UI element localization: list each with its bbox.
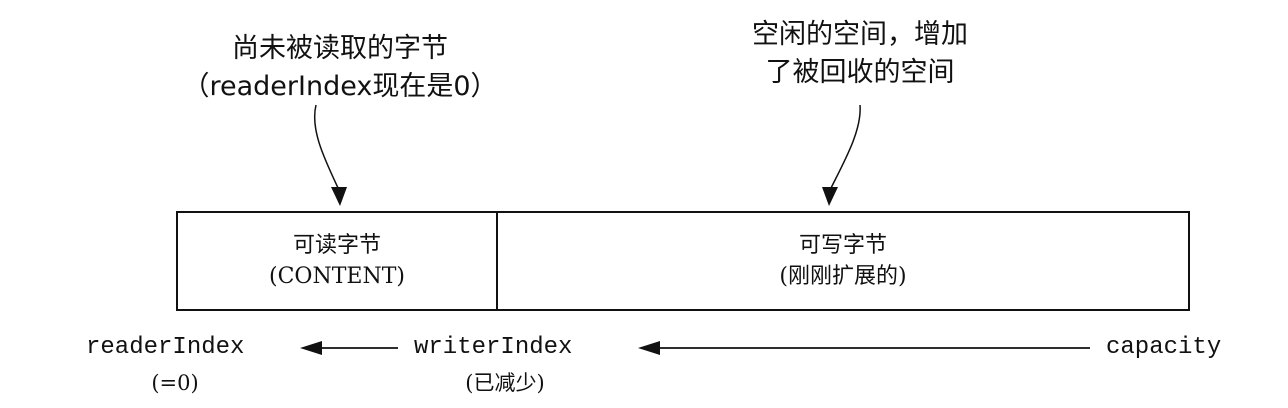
unread-callout-arrowhead (331, 187, 347, 206)
bytebuf-diagram: 可读字节 (CONTENT) 可写字节 (刚刚扩展的) (176, 211, 1190, 311)
writer-to-reader-arrowhead (300, 341, 322, 355)
writable-bytes-title: 可写字节 (798, 233, 887, 258)
writable-bytes-subtitle: (刚刚扩展的) (779, 264, 907, 289)
writer-index-note: (已减少) (465, 371, 545, 395)
free-callout-arrowhead (822, 187, 838, 206)
readable-bytes-title: 可读字节 (292, 233, 381, 258)
reader-index-label: readerIndex (86, 334, 245, 361)
writable-bytes-segment: 可写字节 (刚刚扩展的) (498, 213, 1188, 309)
readable-bytes-segment: 可读字节 (CONTENT) (178, 213, 498, 309)
capacity-label: capacity (1106, 334, 1222, 361)
writer-index-label: writerIndex (414, 334, 573, 361)
readable-bytes-subtitle: (CONTENT) (269, 264, 405, 289)
unread-callout-pointer-curve (313, 104, 340, 191)
free-callout-pointer-curve (829, 104, 861, 191)
capacity-to-writer-arrowhead (638, 341, 660, 355)
reader-index-note: (=0) (151, 371, 199, 395)
